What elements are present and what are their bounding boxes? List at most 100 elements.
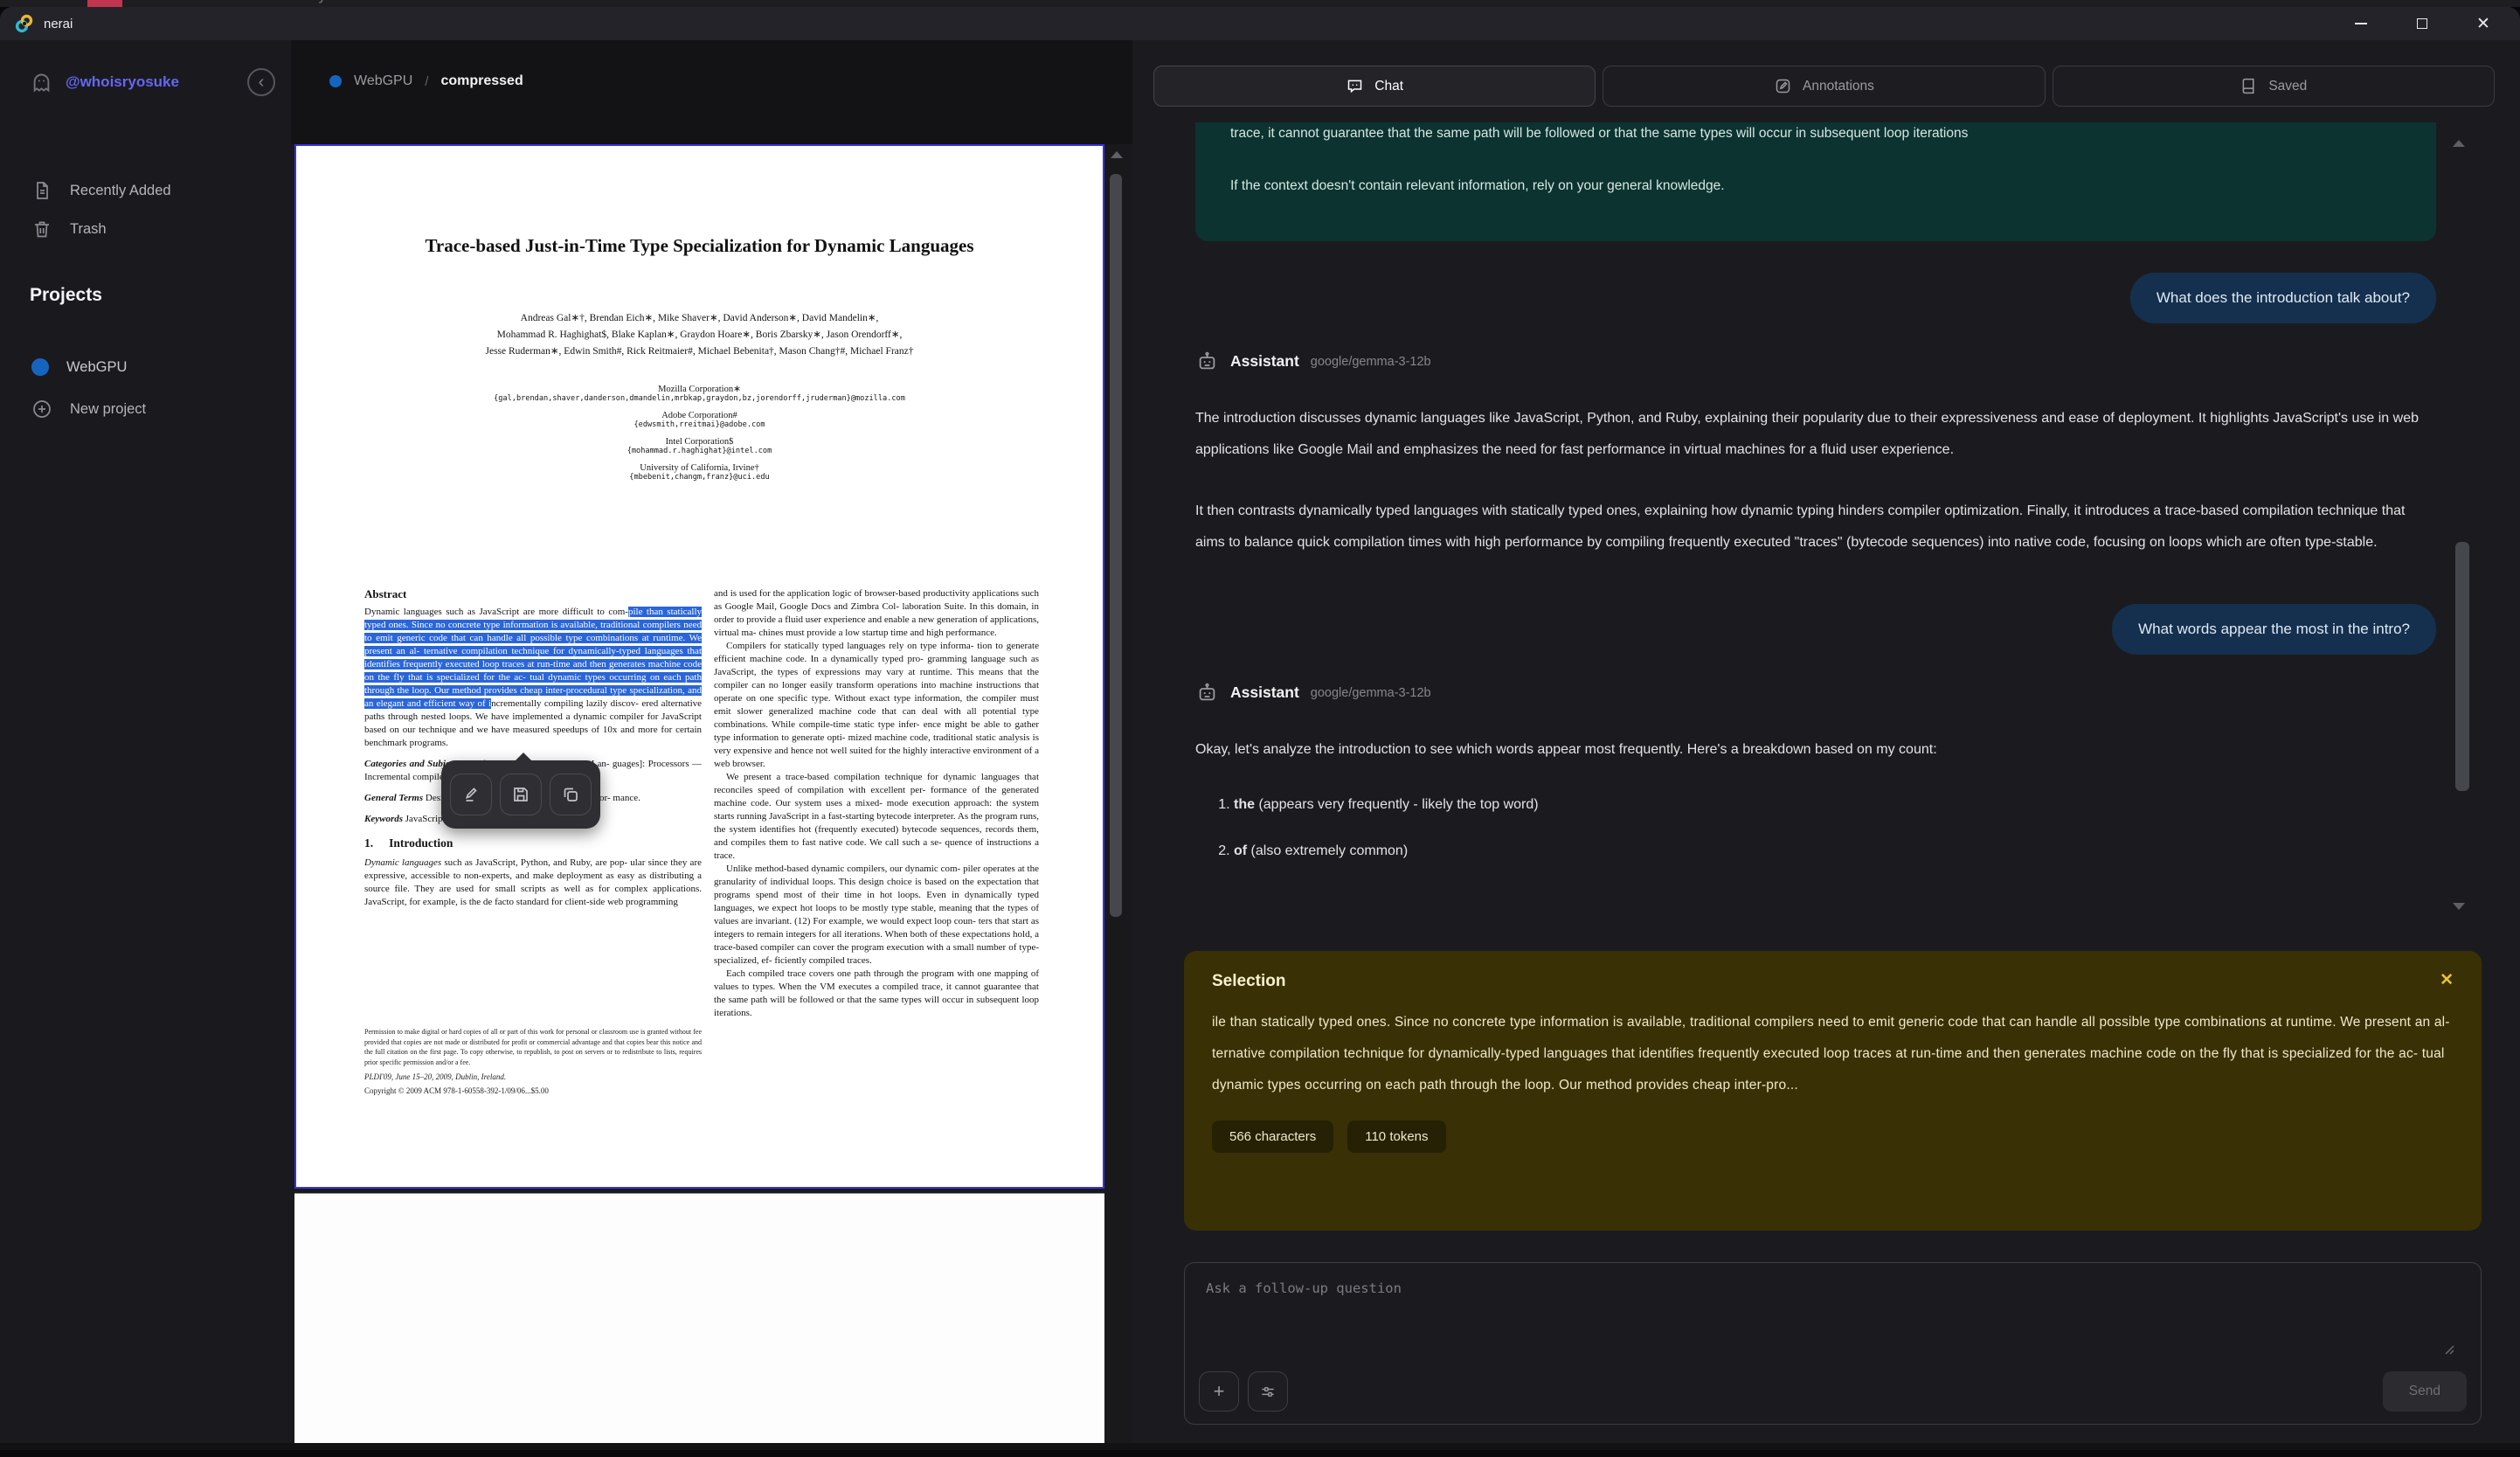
assistant-message: Assistant google/gemma-3-12b The introdu…	[1195, 350, 2436, 559]
highlighter-button[interactable]	[450, 774, 492, 815]
assistant-header: Assistant google/gemma-3-12b	[1195, 350, 2436, 373]
save-selection-button[interactable]	[500, 774, 542, 815]
attach-button[interactable]: +	[1199, 1371, 1239, 1412]
assistant-name: Assistant	[1230, 683, 1299, 702]
app-title: nerai	[44, 17, 73, 31]
conference-line: PLDI'09, June 15–20, 2009, Dublin, Irela…	[364, 1072, 506, 1081]
chat-scrollbar-thumb[interactable]	[2455, 542, 2469, 791]
tab-chat[interactable]: Chat	[1153, 66, 1596, 107]
selection-title: Selection	[1212, 972, 1285, 991]
new-project-label: New project	[70, 401, 146, 418]
pdf-page-2	[294, 1193, 1104, 1450]
minimize-button[interactable]	[2352, 15, 2370, 32]
chat-scroll-up-arrow[interactable]	[2453, 140, 2465, 147]
app-logo-icon	[14, 13, 35, 34]
titlebar: nerai ✕	[0, 7, 2520, 40]
sliders-icon	[1259, 1383, 1277, 1400]
composer: + Send	[1184, 1262, 2482, 1425]
tab-label: Saved	[2268, 79, 2307, 94]
system-message-line: If the context doesn't contain relevant …	[1230, 173, 2401, 199]
list-item: the (appears very frequently - likely th…	[1234, 792, 2436, 818]
pdf-footer: Permission to make digital or hard copie…	[364, 1027, 702, 1095]
introduction-heading: 1.Introduction	[364, 836, 702, 850]
window-bottom-edge	[0, 1443, 2520, 1450]
background-window-strip: Babel Mario Galaxy + Babel	[0, 0, 2520, 7]
selection-toolbar	[441, 760, 600, 829]
followup-input[interactable]	[1185, 1263, 2481, 1357]
selection-text: ile than statically typed ones. Since no…	[1212, 1007, 2454, 1101]
sidebar-item-label: Recently Added	[70, 183, 171, 199]
close-button[interactable]: ✕	[2475, 15, 2492, 32]
tab-label: Chat	[1374, 79, 1403, 94]
assistant-paragraph: The introduction discusses dynamic langu…	[1195, 403, 2429, 466]
chat-scroll-down-arrow[interactable]	[2453, 903, 2465, 910]
token-count-badge: 110 tokens	[1347, 1121, 1445, 1153]
pencil-icon	[1774, 77, 1792, 95]
sidebar-new-project[interactable]: New project	[0, 390, 291, 428]
project-dot-icon	[31, 358, 49, 376]
selection-panel: Selection ✕ ile than statically typed on…	[1184, 951, 2482, 1231]
breadcrumb: WebGPU / compressed	[329, 73, 523, 89]
background-window-tab	[87, 0, 122, 7]
word-frequency-list: the (appears very frequently - likely th…	[1195, 792, 2436, 864]
chat-tabs: Chat Annotations Saved	[1153, 66, 2495, 107]
pdf-viewport: Trace-based Just-in-Time Type Specializa…	[291, 144, 1132, 1450]
book-icon	[2240, 77, 2258, 95]
chat-bubble-icon	[1346, 77, 1364, 95]
sidebar-item-recently-added[interactable]: Recently Added	[0, 171, 291, 210]
window-controls: ✕	[2352, 15, 2506, 32]
document-panel: WebGPU / compressed Trace-based Just-in-…	[291, 40, 1132, 1450]
pdf-paper-title: Trace-based Just-in-Time Type Specializa…	[296, 233, 1103, 259]
projects-heading: Projects	[30, 285, 102, 306]
tab-saved[interactable]: Saved	[2053, 66, 2495, 107]
system-message: trace, it cannot guarantee that the same…	[1195, 122, 2436, 241]
robot-icon	[1195, 681, 1219, 704]
character-count-badge: 566 characters	[1212, 1121, 1333, 1153]
close-icon[interactable]: ✕	[2440, 972, 2454, 989]
tab-label: Annotations	[1803, 79, 1874, 94]
maximize-button[interactable]	[2413, 15, 2431, 32]
assistant-header: Assistant google/gemma-3-12b	[1195, 681, 2436, 704]
document-header: WebGPU / compressed	[291, 40, 1132, 144]
document-icon	[31, 180, 52, 201]
user-account-row[interactable]: @whoisryosuke ‹	[0, 63, 291, 101]
pdf-right-column: and is used for the application logic of…	[714, 587, 1039, 1131]
resize-grip-icon[interactable]	[2443, 1343, 2454, 1355]
save-icon	[510, 784, 531, 805]
robot-icon	[1195, 350, 1219, 373]
selected-text-highlight[interactable]: pile than statically typed ones. Since n…	[364, 607, 702, 709]
highlighter-icon	[460, 784, 481, 805]
background-window-title: Babel Mario Galaxy + Babel	[204, 0, 377, 4]
user-message: What does the introduction talk about?	[2130, 273, 2436, 323]
user-message: What words appear the most in the intro?	[2112, 604, 2436, 655]
plus-circle-icon	[31, 399, 52, 420]
assistant-model: google/gemma-3-12b	[1311, 686, 1431, 700]
copy-selection-button[interactable]	[550, 774, 592, 815]
pdf-scroll-up-arrow[interactable]	[1111, 151, 1123, 158]
pdf-scrollbar-thumb[interactable]	[1110, 174, 1122, 917]
trash-icon	[31, 219, 52, 239]
sidebar: @whoisryosuke ‹ Recently Added Trash Pro…	[0, 40, 291, 1450]
breadcrumb-separator: /	[425, 74, 428, 89]
assistant-message: Assistant google/gemma-3-12b Okay, let's…	[1195, 681, 2436, 864]
assistant-paragraph: It then contrasts dynamically typed lang…	[1195, 496, 2429, 559]
project-label: WebGPU	[66, 359, 127, 376]
send-button[interactable]: Send	[2383, 1371, 2467, 1412]
chat-panel: Chat Annotations Saved	[1132, 40, 2520, 1450]
sidebar-project-webgpu[interactable]: WebGPU	[0, 348, 291, 386]
assistant-paragraph: Okay, let's analyze the introduction to …	[1195, 734, 2429, 766]
sidebar-item-trash[interactable]: Trash	[0, 210, 291, 248]
project-dot-icon	[329, 75, 342, 87]
system-message-line: trace, it cannot guarantee that the same…	[1230, 122, 2401, 147]
breadcrumb-project[interactable]: WebGPU	[354, 73, 412, 89]
pdf-affiliations: Mozilla Corporation∗ {gal,brendan,shaver…	[296, 384, 1103, 489]
tab-annotations[interactable]: Annotations	[1603, 66, 2045, 107]
sidebar-collapse-button[interactable]: ‹	[247, 68, 275, 96]
pdf-authors: Andreas Gal∗†, Brendan Eich∗, Mike Shave…	[296, 310, 1103, 360]
copyright-line: Copyright © 2009 ACM 978-1-60558-392-1/0…	[364, 1086, 702, 1095]
assistant-model: google/gemma-3-12b	[1311, 355, 1431, 369]
breadcrumb-file[interactable]: compressed	[440, 73, 523, 89]
list-item: of (also extremely common)	[1234, 838, 2436, 864]
sidebar-item-label: Trash	[70, 221, 107, 238]
settings-sliders-button[interactable]	[1248, 1371, 1288, 1412]
